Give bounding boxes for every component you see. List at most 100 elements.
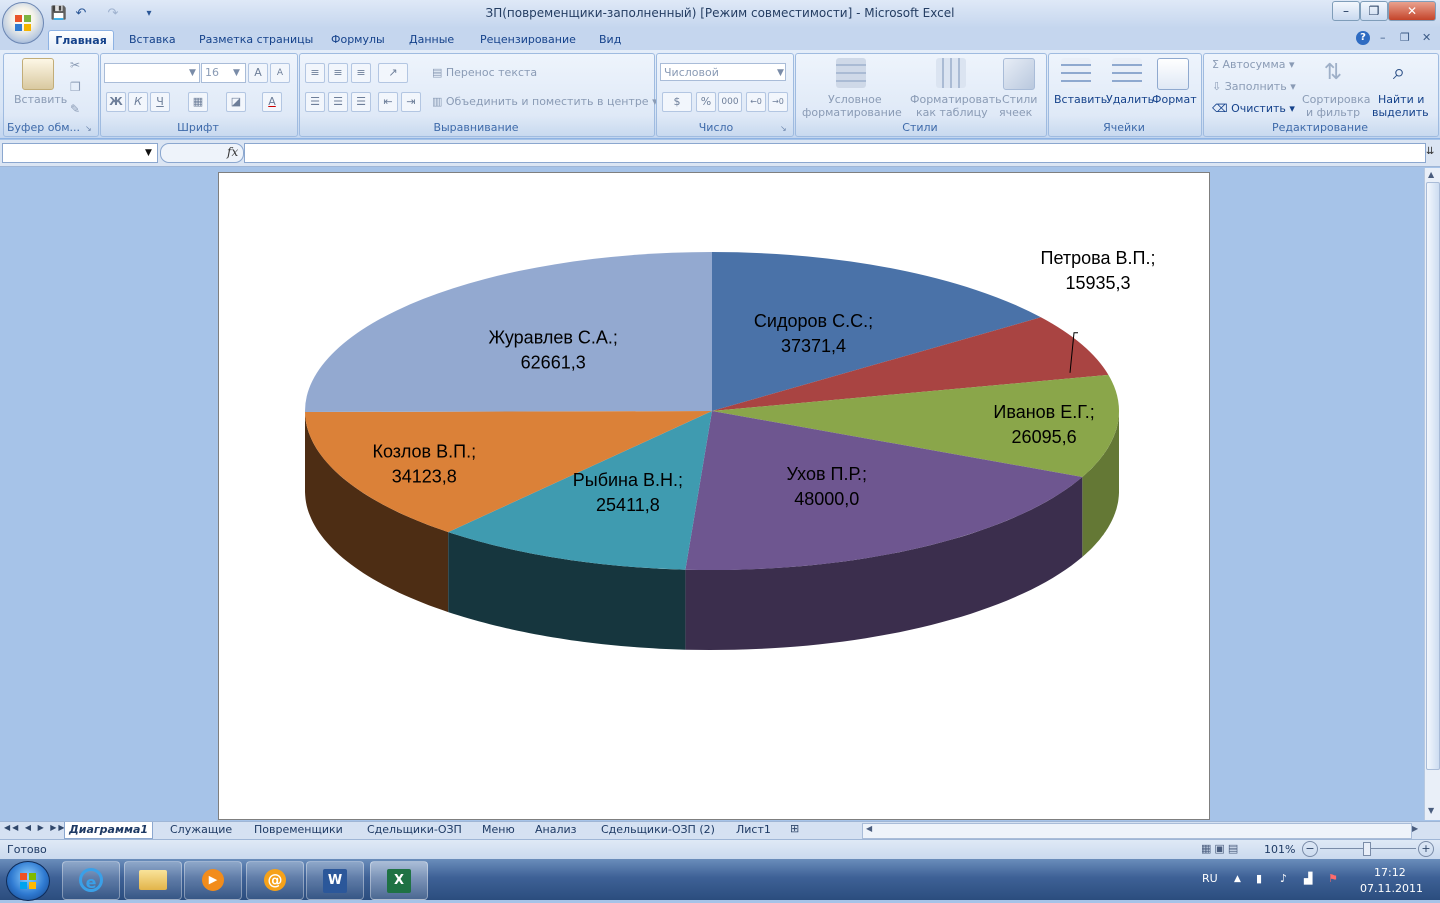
delete-cells-button[interactable]: Удалить: [1106, 93, 1154, 106]
font-name-dropdown-icon[interactable]: ▼: [189, 68, 196, 78]
sheet-tab-menu[interactable]: Меню: [478, 822, 519, 838]
zoom-level[interactable]: 101%: [1264, 843, 1295, 856]
data-label-name-ukhov[interactable]: Ухов П.Р.;: [787, 464, 868, 484]
insert-cells-button[interactable]: Вставить: [1054, 93, 1107, 106]
cell-styles-label-2[interactable]: ячеек: [999, 106, 1032, 119]
merge-center-button[interactable]: ▥ Объединить и поместить в центре ▾: [432, 95, 658, 108]
fill-color-icon[interactable]: ◪: [226, 92, 246, 112]
sheet-next-icon[interactable]: ▶: [38, 823, 46, 832]
sort-filter-label-1[interactable]: Сортировка: [1302, 93, 1371, 106]
taskbar-mail-agent[interactable]: @: [246, 861, 304, 900]
ribbon-minimize-button[interactable]: –: [1380, 31, 1386, 44]
paste-icon[interactable]: [22, 58, 54, 90]
sheet-nav[interactable]: ◀◀ ◀ ▶ ▶▶: [4, 823, 67, 832]
italic-button[interactable]: К: [128, 92, 148, 112]
wrap-text-button[interactable]: ▤ Перенос текста: [432, 66, 537, 79]
taskbar-media-player[interactable]: ▶: [184, 861, 242, 900]
align-top-icon[interactable]: ≡: [305, 63, 325, 83]
page-break-view-icon[interactable]: ▤: [1228, 842, 1241, 855]
format-cells-button[interactable]: Формат: [1152, 93, 1197, 106]
format-painter-icon[interactable]: ✎: [70, 102, 80, 116]
pie-chart[interactable]: Сидоров С.С.; 37371,4 Петрова В.П.; 15935,3…: [218, 172, 1208, 818]
tab-insert[interactable]: Вставка: [129, 30, 176, 50]
cell-styles-label-1[interactable]: Стили: [1002, 93, 1037, 106]
data-label-value-petrova[interactable]: 15935,3: [1065, 273, 1130, 293]
paste-button[interactable]: Вставить: [14, 93, 67, 106]
align-left-icon[interactable]: ☰: [305, 92, 325, 112]
shrink-font-button[interactable]: A: [270, 63, 290, 83]
format-as-table-icon[interactable]: [936, 58, 966, 88]
taskbar-explorer[interactable]: [124, 861, 182, 900]
formula-input[interactable]: [244, 143, 1426, 163]
number-dialog-launcher-icon[interactable]: ↘: [780, 124, 787, 133]
taskbar-ie[interactable]: e: [62, 861, 120, 900]
taskbar-excel[interactable]: X: [370, 861, 428, 900]
volume-icon[interactable]: ♪: [1280, 872, 1287, 885]
minimize-button[interactable]: –: [1332, 1, 1360, 21]
data-label-name-petrova[interactable]: Петрова В.П.;: [1041, 248, 1156, 268]
align-middle-icon[interactable]: ≡: [328, 63, 348, 83]
zoom-out-button[interactable]: −: [1302, 841, 1318, 857]
format-cells-icon[interactable]: [1157, 58, 1189, 90]
align-bottom-icon[interactable]: ≡: [351, 63, 371, 83]
orientation-icon[interactable]: ↗: [378, 63, 408, 83]
scroll-up-icon[interactable]: ▲: [1428, 170, 1434, 179]
font-size-dropdown-icon[interactable]: ▼: [233, 68, 240, 78]
number-format-dropdown-icon[interactable]: ▼: [777, 68, 784, 78]
language-indicator[interactable]: RU: [1202, 872, 1218, 885]
tab-review[interactable]: Рецензирование: [480, 30, 576, 50]
normal-view-icon[interactable]: ▦: [1201, 842, 1214, 855]
number-format-combo[interactable]: Числовой: [660, 63, 786, 81]
data-label-value-rybina[interactable]: 25411,8: [596, 495, 660, 515]
name-box-dropdown-icon[interactable]: ▼: [145, 148, 152, 158]
sheet-tab-diagram1[interactable]: Диаграмма1: [64, 822, 154, 839]
view-buttons[interactable]: ▦▣▤: [1201, 842, 1257, 856]
insert-function-icon[interactable]: fx: [227, 145, 238, 159]
decrease-indent-icon[interactable]: ⇤: [378, 92, 398, 112]
data-label-name-rybina[interactable]: Рыбина В.Н.;: [573, 470, 683, 490]
data-label-value-kozlov[interactable]: 34123,8: [392, 466, 457, 486]
tab-page-layout[interactable]: Разметка страницы: [199, 30, 313, 50]
sheet-first-icon[interactable]: ◀◀: [4, 823, 20, 832]
sheet-tab-piecework-2[interactable]: Сдельщики-ОЗП (2): [597, 822, 719, 838]
thousands-button[interactable]: 000: [718, 92, 742, 112]
conditional-formatting-label-2[interactable]: форматирование: [802, 106, 902, 119]
binoculars-icon[interactable]: ⌕: [1384, 58, 1414, 88]
conditional-formatting-label-1[interactable]: Условное: [828, 93, 882, 106]
office-button[interactable]: [2, 2, 44, 44]
sheet-tab-piecework[interactable]: Сдельщики-ОЗП: [363, 822, 466, 838]
restore-button[interactable]: ❐: [1360, 1, 1388, 21]
sort-filter-icon[interactable]: ⇅: [1318, 58, 1348, 88]
data-label-value-ivanov[interactable]: 26095,6: [1012, 427, 1077, 447]
page-layout-view-icon[interactable]: ▣: [1214, 842, 1227, 855]
horizontal-scrollbar[interactable]: [862, 823, 1412, 839]
align-center-icon[interactable]: ☰: [328, 92, 348, 112]
borders-icon[interactable]: ▦: [188, 92, 208, 112]
ribbon-restore-button[interactable]: ❐: [1400, 31, 1410, 44]
data-label-value-ukhov[interactable]: 48000,0: [794, 489, 859, 509]
data-label-name-kozlov[interactable]: Козлов В.П.;: [373, 441, 477, 461]
sheet-tab-list1[interactable]: Лист1: [732, 822, 775, 838]
find-select-label-2[interactable]: выделить: [1372, 106, 1429, 119]
device-icon[interactable]: ▮: [1256, 872, 1262, 885]
start-button[interactable]: [6, 861, 50, 901]
font-color-icon[interactable]: A: [262, 92, 282, 112]
cut-icon[interactable]: ✂: [70, 58, 80, 72]
dialog-launcher-icon[interactable]: ↘: [85, 124, 92, 133]
sheet-tab-employees[interactable]: Служащие: [166, 822, 236, 838]
format-as-table-label-1[interactable]: Форматировать: [910, 93, 1002, 106]
tab-view[interactable]: Вид: [599, 30, 621, 50]
percent-button[interactable]: %: [696, 92, 716, 112]
copy-icon[interactable]: ❐: [70, 80, 81, 94]
action-center-icon[interactable]: ⚑: [1328, 872, 1338, 885]
clock-date[interactable]: 07.11.2011: [1360, 882, 1423, 895]
data-label-value-zhuravlev[interactable]: 62661,3: [521, 352, 586, 372]
cell-styles-icon[interactable]: [1003, 58, 1035, 90]
align-right-icon[interactable]: ☰: [351, 92, 371, 112]
format-as-table-label-2[interactable]: как таблицу: [916, 106, 988, 119]
underline-button[interactable]: Ч: [150, 92, 170, 112]
data-label-name-sidorov[interactable]: Сидоров С.С.;: [754, 311, 873, 331]
increase-decimal-icon[interactable]: ←0: [746, 92, 766, 112]
tab-formulas[interactable]: Формулы: [331, 30, 385, 50]
ribbon-close-button[interactable]: ✕: [1422, 31, 1431, 44]
